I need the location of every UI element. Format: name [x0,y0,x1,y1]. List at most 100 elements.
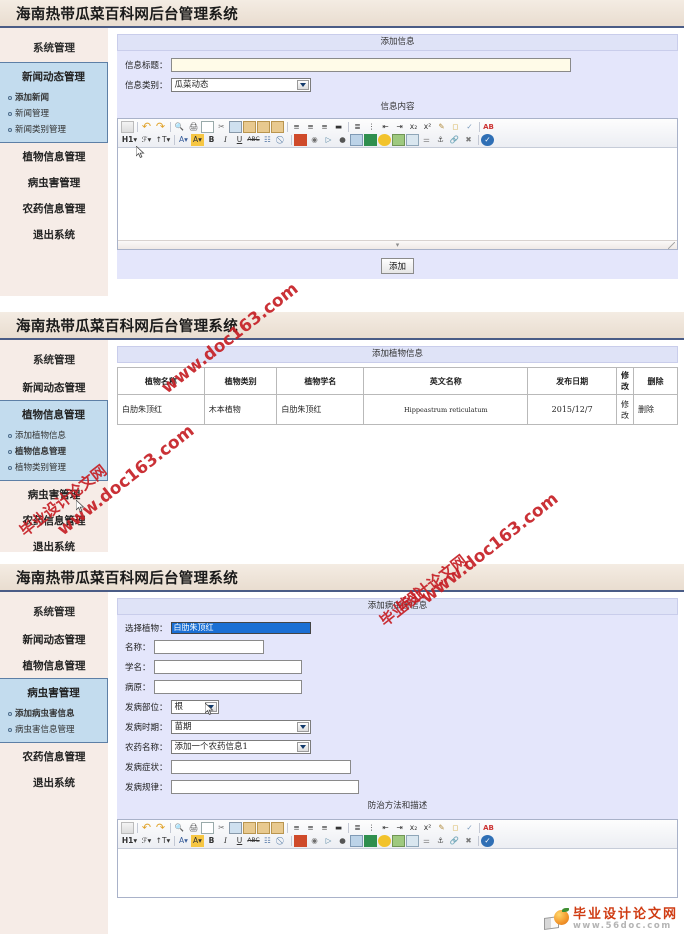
undo-icon[interactable]: ↶ [140,822,153,834]
news-title-input[interactable] [170,58,571,72]
sidebar-group-label-plant[interactable]: 植物信息管理 [0,401,107,427]
sidebar-group-plant[interactable]: 植物信息管理 添加植物信息 植物信息管理 植物类别管理 [0,400,108,481]
source-code-icon[interactable] [121,120,134,133]
about-icon[interactable]: ✓ [481,133,494,146]
chevron-down-icon[interactable] [296,742,309,752]
align-left-icon[interactable]: ≡ [290,822,303,834]
outdent-icon[interactable]: ⇤ [379,121,392,133]
sidebar-group-news[interactable]: 新闻动态管理 添加新闻 新闻管理 新闻类别管理 [0,62,108,143]
subscript-icon[interactable]: x₂ [407,822,420,834]
sidebar-group-label-news[interactable]: 新闻动态管理 [0,374,108,400]
bold-icon[interactable]: B [205,134,218,146]
resize-handle-center[interactable]: ▾ [396,241,400,249]
copy-icon[interactable] [229,821,242,834]
select-all-icon[interactable] [201,120,214,133]
bg-color-icon[interactable]: A▾ [191,133,204,146]
sidebar-group-logout[interactable]: 退出系统 [0,769,108,795]
bg-color-icon[interactable]: A▾ [191,834,204,847]
sidebar-item-news-manage[interactable]: 新闻管理 [0,105,107,121]
sidebar-item-add-news[interactable]: 添加新闻 [0,89,107,105]
paste-text-icon[interactable] [257,120,270,133]
cut-icon[interactable]: ✂ [215,822,228,834]
pencil-icon[interactable]: ✎ [435,121,448,133]
font-size-icon[interactable]: ↑T▾ [155,835,171,847]
sidebar-group-pest[interactable]: 病虫害管理 [0,169,108,195]
sidebar-group-label-news[interactable]: 新闻动态管理 [0,63,107,89]
media-icon[interactable]: ◉ [308,835,321,847]
pesticide-select[interactable]: 添加一个农药信息1 [170,740,311,754]
text-color-icon[interactable]: A▾ [177,134,190,146]
eraser-icon[interactable]: ◻ [449,121,462,133]
sidebar-group-label-logout[interactable]: 退出系统 [0,221,108,247]
heading-icon[interactable]: H1▾ [121,134,138,146]
align-center-icon[interactable]: ≡ [304,121,317,133]
paste-icon[interactable] [243,821,256,834]
sidebar-group-label-pest[interactable]: 病虫害管理 [0,679,107,705]
anchor-icon[interactable]: ⚓ [434,134,447,146]
flash-icon[interactable] [294,834,307,847]
underline-icon[interactable]: U [233,835,246,847]
pest-name-input[interactable] [153,640,264,654]
paste-word-icon[interactable] [271,120,284,133]
sidebar-group-label-pest[interactable]: 病虫害管理 [0,169,108,195]
editor-content-area[interactable] [118,849,677,897]
paste-text-icon[interactable] [257,821,270,834]
spellcheck-icon[interactable]: ✓ [463,121,476,133]
emoticon-icon[interactable] [378,133,391,146]
sidebar-group-label-pest[interactable]: 病虫害管理 [0,481,108,507]
text-color-icon[interactable]: A▾ [177,835,190,847]
align-right-icon[interactable]: ≡ [318,121,331,133]
undo-icon[interactable]: ↶ [140,121,153,133]
resize-grip-icon[interactable] [668,242,675,249]
sidebar-group-label-news[interactable]: 新闻动态管理 [0,626,108,652]
italic-icon[interactable]: I [219,835,232,847]
unlink-icon[interactable]: ✖ [462,835,475,847]
media-icon[interactable]: ◉ [308,134,321,146]
italic-icon[interactable]: I [219,134,232,146]
disease-period-select[interactable]: 苗期 [170,720,311,734]
plant-option-selected[interactable]: 白肋朱顶红 [171,623,310,633]
pathogen-input[interactable] [153,680,302,694]
indent-icon[interactable]: ⇥ [393,121,406,133]
add-news-button[interactable]: 添加 [380,258,414,274]
eraser-icon[interactable]: ◻ [449,822,462,834]
select-all-icon[interactable] [201,821,214,834]
sidebar-group-pesticide[interactable]: 农药信息管理 [0,507,108,533]
heading-icon[interactable]: H1▾ [121,835,138,847]
sidebar-group-pesticide[interactable]: 农药信息管理 [0,195,108,221]
editor-content-area[interactable] [118,148,677,240]
sidebar-group-pest[interactable]: 病虫害管理 添加病虫害信息 病虫害信息管理 [0,678,108,743]
table-icon[interactable]: ☷ [261,835,274,847]
image-icon[interactable] [350,834,363,847]
sidebar-item-plant-manage[interactable]: 植物信息管理 [0,443,107,459]
page-break-icon[interactable] [364,133,377,146]
print-icon[interactable]: 🖨 [187,121,200,133]
sidebar-group-label-pesticide[interactable]: 农药信息管理 [0,743,108,769]
pest-sci-input[interactable] [153,660,302,674]
font-size-icon[interactable]: ↑T▾ [155,134,171,146]
outdent-icon[interactable]: ⇤ [379,822,392,834]
sidebar-group-label-logout[interactable]: 退出系统 [0,769,108,795]
abc-icon[interactable]: AB [482,822,495,834]
delete-link[interactable]: 删除 [633,394,678,425]
ordered-list-icon[interactable]: ≣ [351,822,364,834]
disease-part-select[interactable]: 根 [170,700,219,714]
sidebar-group-label-plant[interactable]: 植物信息管理 [0,652,108,678]
cut-icon[interactable]: ✂ [215,121,228,133]
print-icon[interactable]: 🖨 [187,822,200,834]
sidebar-group-logout[interactable]: 退出系统 [0,221,108,247]
pencil-icon[interactable]: ✎ [435,822,448,834]
align-right-icon[interactable]: ≡ [318,822,331,834]
subscript-icon[interactable]: x₂ [407,121,420,133]
preview-icon[interactable]: 🔍 [173,822,186,834]
sidebar-item-news-category[interactable]: 新闻类别管理 [0,121,107,137]
superscript-icon[interactable]: x² [421,822,434,834]
align-justify-icon[interactable]: ▬ [332,121,345,133]
rich-text-editor-panel1[interactable]: ↶ ↷ 🔍 🖨 ✂ ≡ ≡ ≡ ▬ ≣ ⋮ ⇤ ⇥ x₂ x² ✎ ◻ ✓ AB… [117,118,678,250]
sidebar-item-add-plant[interactable]: 添加植物信息 [0,427,107,443]
link-icon[interactable]: 🔗 [448,134,461,146]
sidebar-group-label-pesticide[interactable]: 农药信息管理 [0,195,108,221]
unlink-icon[interactable]: ✖ [462,134,475,146]
hr-icon[interactable]: ⚌ [420,134,433,146]
sidebar-group-label-pesticide[interactable]: 农药信息管理 [0,507,108,533]
